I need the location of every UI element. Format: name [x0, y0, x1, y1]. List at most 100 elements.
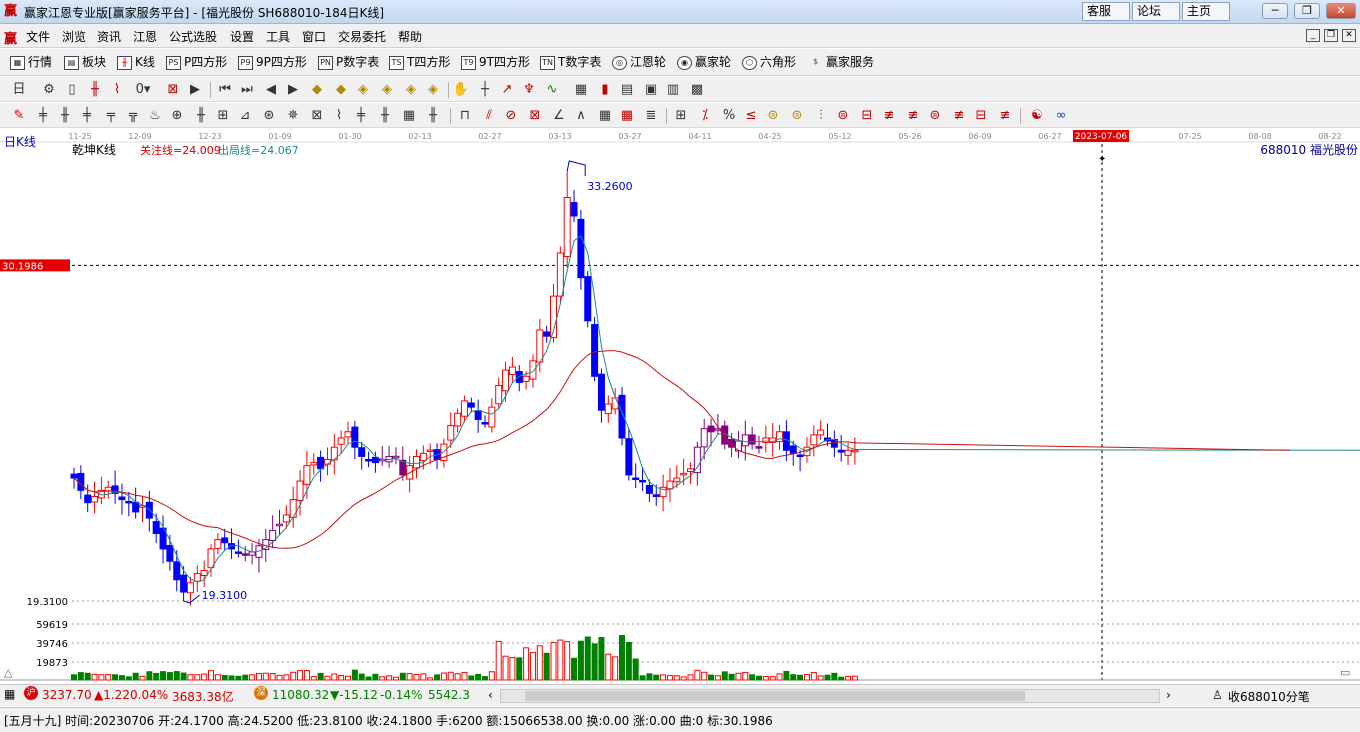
trend-icon[interactable]: ↗	[498, 81, 516, 99]
doc-icon[interactable]: ▯	[63, 81, 81, 99]
menu-gann[interactable]: 江恩	[133, 28, 157, 45]
compress-icon[interactable]: ◈	[378, 81, 396, 99]
drawtool-icon[interactable]: ╤	[102, 107, 120, 125]
tool-p-square[interactable]: PS P四方形	[166, 53, 227, 71]
mdi-restore-icon[interactable]: ❐	[1324, 29, 1338, 42]
zoom-in-icon[interactable]: ◆	[308, 81, 326, 99]
period-selector-icon[interactable]: 日▾	[10, 81, 28, 115]
bar-icon[interactable]: ▮	[596, 81, 614, 99]
drawtool-icon[interactable]: ≣	[642, 107, 660, 125]
scrollbar-thumb[interactable]	[525, 691, 1025, 701]
drawtool-icon[interactable]: ▦	[596, 107, 614, 125]
drawtool-icon[interactable]: ⊠	[308, 107, 326, 125]
tool-blocks[interactable]: ▤ 板块	[64, 53, 106, 71]
calendar-icon[interactable]: ▦	[572, 81, 590, 99]
pen-icon[interactable]: ✎	[10, 107, 28, 125]
menu-formula[interactable]: 公式选股	[169, 28, 217, 45]
drawtool-icon[interactable]: ⊿	[236, 107, 254, 125]
infinity-icon[interactable]: ∞	[1052, 107, 1070, 125]
minimize-icon[interactable]: ─	[1262, 3, 1288, 19]
horizontal-scrollbar[interactable]	[500, 689, 1160, 703]
move-up-icon[interactable]: ◈	[402, 81, 420, 99]
drawtool-icon[interactable]: ⊠	[526, 107, 544, 125]
drawtool-icon[interactable]: ⁒	[696, 107, 714, 125]
zero-dropdown-icon[interactable]: 0▾	[134, 81, 152, 99]
drawtool-icon[interactable]: ♨	[146, 107, 164, 125]
drawtool-icon[interactable]: ╪	[34, 107, 52, 125]
tool-p-table[interactable]: PN P数字表	[318, 53, 379, 71]
drawtool-icon[interactable]: ⊓	[456, 107, 474, 125]
drawtool-icon[interactable]: ⊟	[972, 107, 990, 125]
menu-tools[interactable]: 工具	[266, 28, 290, 45]
wave-icon[interactable]: ∿	[543, 81, 561, 99]
flag-icon[interactable]: ▶	[186, 81, 204, 99]
service-button[interactable]: 客服	[1082, 2, 1130, 21]
chart-area[interactable]: 11-25 12-09 12-23 01-09 01-30 02-13 02-27 03-13…	[0, 128, 1360, 684]
expand-icon[interactable]: ◈	[354, 81, 372, 99]
drawtool-icon[interactable]: ⊟	[858, 107, 876, 125]
tool-9t-square[interactable]: T9 9T四方形	[461, 53, 530, 71]
drawtool-icon[interactable]: ⫶	[812, 107, 830, 125]
close-icon[interactable]: ✕	[1326, 3, 1356, 19]
crosshair-icon[interactable]: ┼	[476, 81, 494, 99]
tool-hexagon[interactable]: ⬡ 六角形	[742, 53, 796, 71]
percent-icon[interactable]: %	[720, 107, 738, 125]
drawtool-icon[interactable]: ⊞	[672, 107, 690, 125]
candle-chart-icon[interactable]: ╫	[86, 81, 104, 99]
grid-icon[interactable]: ▦	[4, 687, 15, 701]
export-icon[interactable]: ▩	[688, 81, 706, 99]
drawtool-icon[interactable]: ⫽	[480, 107, 498, 125]
drawtool-icon[interactable]: ≢	[996, 107, 1014, 125]
drawtool-icon[interactable]: ⊕	[168, 107, 186, 125]
tool-kline[interactable]: ╫ K线	[117, 53, 155, 71]
scroll-left-icon[interactable]: ‹	[488, 688, 493, 702]
drawtool-icon[interactable]: ⊛	[260, 107, 278, 125]
first-page-icon[interactable]: ⏮	[216, 81, 234, 99]
scroll-left-icon[interactable]: ◀	[262, 81, 280, 99]
drawtool-icon[interactable]: ≢	[880, 107, 898, 125]
drawtool-icon[interactable]: ╫	[192, 107, 210, 125]
report-icon[interactable]: ▤	[618, 81, 636, 99]
drawtool-icon[interactable]: ≢	[950, 107, 968, 125]
save-icon[interactable]: ▣	[642, 81, 660, 99]
menu-trade[interactable]: 交易委托	[338, 28, 386, 45]
drawtool-icon[interactable]: ⊜	[834, 107, 852, 125]
drawtool-icon[interactable]: ▦	[618, 107, 636, 125]
mdi-minimize-icon[interactable]: _	[1306, 29, 1320, 42]
menu-file[interactable]: 文件	[26, 28, 50, 45]
drawtool-icon[interactable]: ╫	[376, 107, 394, 125]
tool-t-square[interactable]: TS T四方形	[389, 53, 450, 71]
drawtool-icon[interactable]: ⊜	[764, 107, 782, 125]
dual-chart-icon[interactable]: ⊠	[164, 81, 182, 99]
drawtool-icon[interactable]: ╪	[78, 107, 96, 125]
yin-yang-icon[interactable]: ☯	[1028, 107, 1046, 125]
drawtool-icon[interactable]: ▦	[400, 107, 418, 125]
tool-service[interactable]: $ 赢家服务	[808, 53, 874, 71]
drawtool-icon[interactable]: ╫	[424, 107, 442, 125]
pattern-icon[interactable]: ♆	[520, 81, 538, 99]
last-page-icon[interactable]: ⏭	[238, 81, 256, 99]
drawtool-icon[interactable]: ⊜	[926, 107, 944, 125]
drawtool-icon[interactable]: ╫	[56, 107, 74, 125]
drawtool-icon[interactable]: ⌇	[330, 107, 348, 125]
zoom-out-icon[interactable]: ◆	[332, 81, 350, 99]
drawtool-icon[interactable]: ✵	[284, 107, 302, 125]
menu-help[interactable]: 帮助	[398, 28, 422, 45]
tool-gann-wheel[interactable]: ◎ 江恩轮	[612, 53, 666, 71]
drawtool-icon[interactable]: ╪	[352, 107, 370, 125]
menu-news[interactable]: 资讯	[97, 28, 121, 45]
scroll-right-icon[interactable]: ›	[1166, 688, 1171, 702]
drawtool-icon[interactable]: ∧	[572, 107, 590, 125]
tick-label[interactable]: 收688010分笔	[1228, 688, 1310, 705]
drawtool-icon[interactable]: ⊘	[502, 107, 520, 125]
hand-icon[interactable]: ✋	[452, 81, 470, 99]
drawtool-icon[interactable]: ⊞	[214, 107, 232, 125]
restore-icon[interactable]: ❐	[1294, 3, 1320, 19]
kline-chart[interactable]: 11-25 12-09 12-23 01-09 01-30 02-13 02-27 03-13…	[0, 128, 1360, 684]
drawtool-icon[interactable]: ≢	[904, 107, 922, 125]
home-button[interactable]: 主页	[1182, 2, 1230, 21]
drawtool-icon[interactable]: ∠	[550, 107, 568, 125]
tool-t-table[interactable]: TN T数字表	[540, 53, 601, 71]
move-down-icon[interactable]: ◈	[424, 81, 442, 99]
gear-icon[interactable]: ⚙	[40, 81, 58, 99]
